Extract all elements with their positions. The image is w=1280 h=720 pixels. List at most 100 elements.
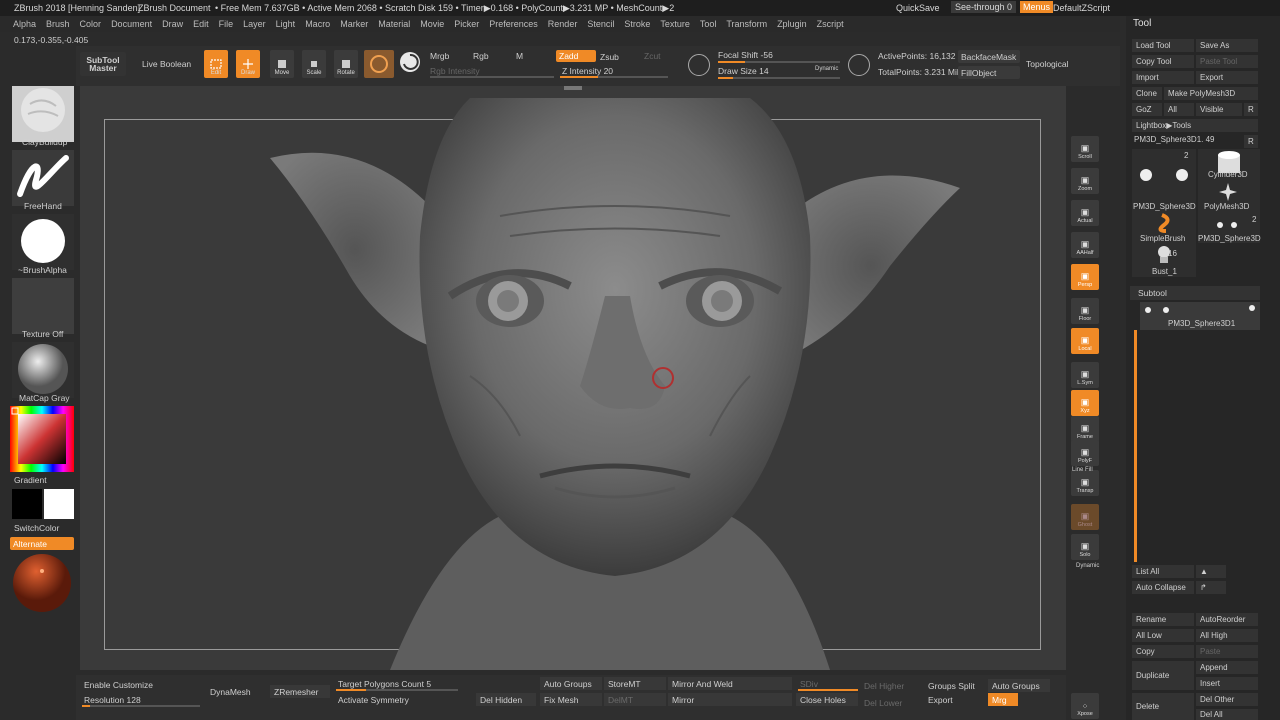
menu-item-edit[interactable]: Edit	[188, 16, 214, 32]
del-all-button[interactable]: Del All	[1196, 709, 1258, 720]
primary-color-swatch[interactable]	[44, 489, 74, 519]
alternate-button[interactable]: Alternate	[10, 537, 74, 550]
del-other-button[interactable]: Del Other	[1196, 693, 1258, 706]
tool-palette-title[interactable]: Tool	[1133, 18, 1151, 29]
menus-toggle[interactable]: Menus	[1020, 1, 1054, 13]
menu-item-macro[interactable]: Macro	[300, 16, 335, 32]
alpha-thumbnail[interactable]	[12, 214, 74, 270]
quicksave-button[interactable]: QuickSave	[896, 3, 940, 13]
duplicate-button[interactable]: Duplicate	[1132, 661, 1194, 690]
current-tool-r-button[interactable]: R	[1244, 135, 1258, 148]
menu-item-render[interactable]: Render	[543, 16, 583, 32]
dynamic-toggle[interactable]: Dynamic	[815, 66, 838, 72]
del-hidden-button[interactable]: Del Hidden	[476, 693, 536, 706]
shelf-solo-button[interactable]: ▣ Solo	[1071, 534, 1099, 560]
brush-thumbnail[interactable]	[12, 86, 74, 142]
copy-subtool-button[interactable]: Copy	[1132, 645, 1194, 658]
resolution-track[interactable]	[82, 705, 200, 707]
all-low-button[interactable]: All Low	[1132, 629, 1194, 642]
menu-item-alpha[interactable]: Alpha	[8, 16, 41, 32]
brush-alpha-icon[interactable]	[400, 52, 420, 72]
material-preview[interactable]	[12, 553, 72, 613]
shelf-scroll-button[interactable]: ▣ Scroll	[1071, 136, 1099, 162]
material-swatch-button[interactable]	[364, 50, 394, 78]
z-intensity-track[interactable]	[560, 76, 668, 78]
auto-collapse-button[interactable]: Auto Collapse	[1132, 581, 1194, 594]
move-up-button[interactable]: ▲	[1196, 565, 1226, 578]
tool-thumb-sphere[interactable]: 2 PM3D_Sphere3D	[1132, 149, 1196, 213]
dynamesh-button[interactable]: DynaMesh	[206, 685, 266, 698]
shelf-frame-button[interactable]: ▣ Frame	[1071, 416, 1099, 442]
move-mode-button[interactable]: Move	[270, 50, 294, 78]
move-down-button[interactable]: ↱	[1196, 581, 1226, 594]
subtool-master-button[interactable]: SubTool Master	[80, 52, 126, 76]
import-button[interactable]: Import	[1132, 71, 1194, 84]
menu-item-zscript[interactable]: Zscript	[812, 16, 849, 32]
paste-subtool-button[interactable]: Paste	[1196, 645, 1258, 658]
goz-button[interactable]: GoZ	[1132, 103, 1162, 116]
menu-item-stroke[interactable]: Stroke	[619, 16, 655, 32]
menu-item-transform[interactable]: Transform	[721, 16, 772, 32]
subtool-item[interactable]: PM3D_Sphere3D1	[1140, 302, 1260, 330]
menu-item-layer[interactable]: Layer	[238, 16, 271, 32]
all-high-button[interactable]: All High	[1196, 629, 1258, 642]
menu-item-material[interactable]: Material	[373, 16, 415, 32]
rename-button[interactable]: Rename	[1132, 613, 1194, 626]
del-lower-button[interactable]: Del Lower	[860, 696, 920, 709]
canvas-scroll-handle[interactable]	[564, 86, 582, 90]
focal-shift-track[interactable]	[718, 61, 840, 63]
enable-customize-button[interactable]: Enable Customize	[80, 678, 200, 691]
menu-item-document[interactable]: Document	[106, 16, 157, 32]
gradient-label[interactable]: Gradient	[14, 475, 47, 485]
close-holes-button[interactable]: Close Holes	[796, 693, 858, 706]
del-higher-button[interactable]: Del Higher	[860, 679, 920, 692]
backface-mask-button[interactable]: BackfaceMask	[958, 50, 1020, 63]
shelf-transp-button[interactable]: ▣ Transp	[1071, 470, 1099, 496]
focal-shift-slider[interactable]: Focal Shift -56	[718, 50, 773, 60]
shelf-ghost-button[interactable]: ▣ Ghost	[1071, 504, 1099, 530]
shelf-lsym-button[interactable]: ▣ L.Sym	[1071, 362, 1099, 388]
tool-thumb-sphere-2[interactable]: 2 PM3D_Sphere3D	[1198, 213, 1261, 243]
menu-item-color[interactable]: Color	[75, 16, 107, 32]
rgb-intensity-slider[interactable]: Rgb Intensity	[430, 66, 480, 76]
menu-item-file[interactable]: File	[214, 16, 239, 32]
menu-item-draw[interactable]: Draw	[157, 16, 188, 32]
menu-item-texture[interactable]: Texture	[655, 16, 695, 32]
zadd-button[interactable]: Zadd	[556, 50, 596, 62]
menu-item-picker[interactable]: Picker	[449, 16, 484, 32]
export-subtool-button[interactable]: Export	[924, 693, 986, 706]
shelf-local-button[interactable]: ▣ Local	[1071, 328, 1099, 354]
sdiv-track[interactable]	[798, 689, 858, 691]
mirror-and-weld-button[interactable]: Mirror And Weld	[668, 677, 792, 690]
store-mt-button[interactable]: StoreMT	[604, 677, 666, 690]
secondary-color-swatch[interactable]	[12, 489, 42, 519]
default-zscript-button[interactable]: DefaultZScript	[1053, 3, 1110, 13]
current-tool-slider[interactable]: PM3D_Sphere3D1. 49	[1134, 135, 1215, 144]
topological-button[interactable]: Topological	[1026, 59, 1069, 69]
goz-all-button[interactable]: All	[1164, 103, 1194, 116]
tool-thumb-cylinder[interactable]: Cylinder3D PolyMesh3D	[1198, 149, 1260, 213]
shelf-xyz-button[interactable]: ▣ Xyz	[1071, 390, 1099, 416]
texture-thumbnail[interactable]	[12, 278, 74, 334]
rgb-button[interactable]: Rgb	[473, 51, 489, 61]
material-thumbnail[interactable]	[12, 342, 74, 398]
switch-color-button[interactable]: SwitchColor	[14, 523, 59, 533]
live-boolean-button[interactable]: Live Boolean	[142, 59, 191, 69]
goz-visible-button[interactable]: Visible	[1196, 103, 1242, 116]
menu-item-stencil[interactable]: Stencil	[582, 16, 619, 32]
draw-size-track[interactable]	[718, 77, 840, 79]
rgb-intensity-track[interactable]	[430, 76, 554, 78]
xpose-button[interactable]: ⁘ Xpose	[1071, 693, 1099, 719]
tool-thumb-simplebrush[interactable]: SimpleBrush	[1132, 213, 1196, 243]
zcut-button[interactable]: Zcut	[644, 51, 661, 61]
auto-groups-button[interactable]: Auto Groups	[540, 677, 602, 690]
subtool-header[interactable]: Subtool	[1130, 286, 1260, 300]
edit-mode-button[interactable]: Edit	[204, 50, 228, 78]
list-all-button[interactable]: List All	[1132, 565, 1194, 578]
export-tool-button[interactable]: Export	[1196, 71, 1258, 84]
shelf-floor-button[interactable]: ▣ Floor	[1071, 298, 1099, 324]
goblin-bust-model[interactable]	[270, 96, 960, 670]
shelf-persp-button[interactable]: ▣ Persp	[1071, 264, 1099, 290]
make-polymesh-button[interactable]: Make PolyMesh3D	[1164, 87, 1258, 100]
shelf-polyf-button[interactable]: ▣ PolyF	[1071, 440, 1099, 466]
